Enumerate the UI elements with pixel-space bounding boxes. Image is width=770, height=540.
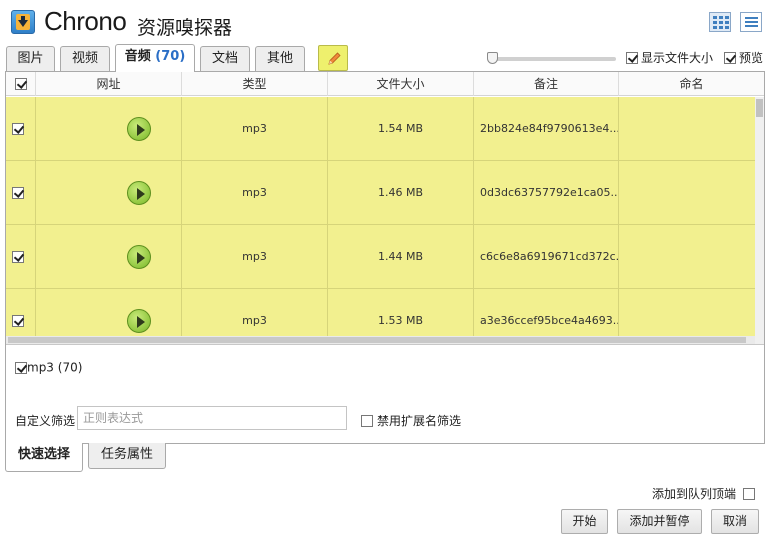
vertical-scroll-thumb[interactable] — [756, 99, 763, 117]
tab-other[interactable]: 其他 — [255, 46, 305, 71]
url-cell — [36, 289, 182, 337]
add-and-pause-button[interactable]: 添加并暂停 — [617, 509, 702, 534]
type-cell: mp3 — [182, 161, 328, 225]
note-cell: 2bb824e84f9790613e4... — [474, 97, 619, 161]
column-name[interactable]: 命名 — [619, 72, 764, 96]
url-cell — [36, 161, 182, 225]
name-cell[interactable] — [619, 289, 755, 337]
cancel-button[interactable]: 取消 — [711, 509, 759, 534]
size-cell: 1.46 MB — [328, 161, 474, 225]
name-cell[interactable] — [619, 225, 755, 289]
tab-label: 图片 — [17, 51, 44, 66]
table-row[interactable]: mp3 1.44 MB c6c6e8a6919671cd372c... — [6, 225, 755, 289]
select-all-cell[interactable] — [6, 72, 36, 96]
preview-label: 预览 — [739, 51, 764, 65]
preview-checkbox[interactable] — [724, 51, 736, 64]
note-cell: c6c6e8a6919671cd372c... — [474, 225, 619, 289]
type-cell: mp3 — [182, 289, 328, 337]
app-title: Chrono — [44, 6, 127, 36]
type-cell: mp3 — [182, 225, 328, 289]
table-row[interactable]: mp3 1.46 MB 0d3dc63757792e1ca05... — [6, 161, 755, 225]
play-icon[interactable] — [127, 245, 151, 269]
table-header: 网址 类型 文件大小 备注 命名 — [6, 72, 764, 96]
app-subtitle: 资源嗅探器 — [137, 17, 233, 39]
tab-label: 文档 — [211, 51, 238, 66]
preview-option[interactable]: 预览 — [724, 49, 763, 66]
custom-filter-label: 自定义筛选 — [15, 414, 76, 428]
column-type[interactable]: 类型 — [182, 72, 328, 96]
row-select-cell[interactable] — [6, 289, 36, 337]
show-size-option[interactable]: 显示文件大小 — [626, 49, 713, 66]
note-cell: 0d3dc63757792e1ca05... — [474, 161, 619, 225]
row-checkbox[interactable] — [12, 123, 24, 135]
size-cell: 1.44 MB — [328, 225, 474, 289]
column-size[interactable]: 文件大小 — [328, 72, 474, 96]
type-filter-mp3[interactable]: mp3 (70) — [15, 360, 82, 375]
row-select-cell[interactable] — [6, 161, 36, 225]
tab-count-badge: (70) — [155, 49, 186, 64]
tab-video[interactable]: 视频 — [60, 46, 110, 71]
name-cell[interactable] — [619, 161, 755, 225]
start-button[interactable]: 开始 — [561, 509, 608, 534]
row-select-cell[interactable] — [6, 225, 36, 289]
select-all-checkbox[interactable] — [14, 77, 27, 90]
table-row[interactable]: mp3 1.53 MB a3e36ccef95bce4a4693... — [6, 289, 755, 337]
regex-filter-input[interactable] — [77, 406, 347, 430]
horizontal-scrollbar[interactable] — [6, 336, 755, 344]
column-url[interactable]: 网址 — [36, 72, 182, 96]
url-cell — [36, 97, 182, 161]
type-cell: mp3 — [182, 97, 328, 161]
tab-task-properties[interactable]: 任务属性 — [88, 443, 166, 469]
tab-documents[interactable]: 文档 — [200, 46, 250, 71]
size-cell: 1.54 MB — [328, 97, 474, 161]
name-cell[interactable] — [619, 97, 755, 161]
tab-label: 其他 — [266, 51, 293, 66]
grid-view-icon[interactable] — [709, 12, 731, 32]
play-icon[interactable] — [127, 117, 151, 141]
resource-table: 网址 类型 文件大小 备注 命名 mp3 1.54 MB 2bb824e84f9… — [6, 72, 764, 345]
list-view-icon[interactable] — [740, 12, 762, 32]
tab-quick-select[interactable]: 快速选择 — [5, 443, 83, 472]
row-checkbox[interactable] — [12, 315, 24, 327]
tab-label: 视频 — [71, 51, 98, 66]
note-cell: a3e36ccef95bce4a4693... — [474, 289, 619, 337]
row-checkbox[interactable] — [12, 251, 24, 263]
zoom-slider-track[interactable] — [492, 57, 616, 61]
disable-ext-filter-label: 禁用扩展名筛选 — [377, 414, 462, 428]
horizontal-scroll-thumb[interactable] — [8, 337, 746, 343]
show-size-checkbox[interactable] — [626, 51, 638, 64]
tab-images[interactable]: 图片 — [6, 46, 55, 71]
table-body: mp3 1.54 MB 2bb824e84f9790613e4... mp3 1… — [6, 97, 755, 337]
pencil-icon[interactable] — [318, 45, 348, 71]
size-cell: 1.53 MB — [328, 289, 474, 337]
table-row[interactable]: mp3 1.54 MB 2bb824e84f9790613e4... — [6, 97, 755, 161]
column-note[interactable]: 备注 — [474, 72, 619, 96]
row-select-cell[interactable] — [6, 97, 36, 161]
add-to-queue-top-option[interactable]: 添加到队列顶端 — [652, 485, 756, 502]
show-size-label: 显示文件大小 — [641, 51, 714, 65]
type-filter-checkbox[interactable] — [15, 361, 27, 374]
add-to-queue-top-checkbox[interactable] — [743, 487, 756, 500]
app-logo-icon — [11, 10, 35, 34]
vertical-scrollbar[interactable] — [755, 97, 764, 344]
play-icon[interactable] — [127, 309, 151, 333]
play-icon[interactable] — [127, 181, 151, 205]
zoom-slider-thumb[interactable] — [487, 52, 498, 64]
url-cell — [36, 225, 182, 289]
type-filter-label: mp3 (70) — [27, 360, 83, 375]
tab-label: 音频 — [124, 49, 151, 64]
row-checkbox[interactable] — [12, 187, 24, 199]
tab-audio[interactable]: 音频 (70) — [115, 44, 195, 72]
resource-panel: 网址 类型 文件大小 备注 命名 mp3 1.54 MB 2bb824e84f9… — [5, 71, 765, 444]
disable-ext-filter-checkbox[interactable] — [361, 414, 373, 427]
disable-ext-filter-option[interactable]: 禁用扩展名筛选 — [361, 412, 461, 429]
add-to-queue-top-label: 添加到队列顶端 — [652, 487, 737, 501]
